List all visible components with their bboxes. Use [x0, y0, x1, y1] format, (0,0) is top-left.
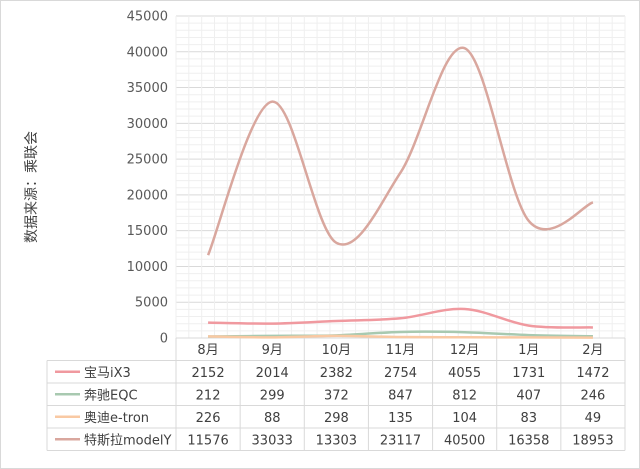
data-label: 212 [196, 388, 221, 403]
data-label: 2152 [192, 366, 225, 381]
line-chart: 0 5000 10000 15000 20000 25000 30000 35000 40000… [24, 10, 626, 451]
data-label: 246 [581, 388, 606, 403]
data-label: 1731 [512, 366, 545, 381]
data-label: 40500 [444, 433, 485, 448]
data-label: 812 [452, 388, 477, 403]
data-label: 407 [516, 388, 541, 403]
data-label: 18953 [572, 433, 613, 448]
data-label: 298 [324, 411, 349, 426]
data-label: 33033 [252, 433, 293, 448]
legend-label: 特斯拉modelY [84, 433, 171, 448]
data-label: 135 [388, 411, 413, 426]
data-label: 13303 [316, 433, 357, 448]
data-label: 847 [388, 388, 413, 403]
y-tick-label: 0 [160, 332, 168, 347]
data-label: 299 [260, 388, 285, 403]
data-label: 2382 [320, 366, 353, 381]
x-tick-label: 11月 [386, 343, 416, 358]
y-tick-label: 25000 [127, 153, 168, 168]
legend-label: 奥迪e-tron [84, 411, 149, 426]
y-axis-label: 数据来源：乘联会 [24, 131, 40, 243]
x-tick-label: 10月 [322, 343, 352, 358]
data-label: 49 [585, 411, 602, 426]
data-label: 372 [324, 388, 349, 403]
grid-lines [175, 15, 626, 339]
data-label: 4055 [448, 366, 481, 381]
x-tick-label: 12月 [450, 343, 480, 358]
data-label: 1472 [576, 366, 609, 381]
y-tick-label: 40000 [127, 45, 168, 60]
data-table: 8月 9月 10月 11月 12月 1月 2月宝马iX3 2152 2014 2382 2754 40… [46, 337, 626, 451]
data-label: 83 [521, 411, 538, 426]
data-label: 104 [452, 411, 477, 426]
y-tick-label: 20000 [127, 188, 168, 203]
x-tick-label: 2月 [582, 343, 603, 358]
data-label: 11576 [187, 433, 228, 448]
x-tick-label: 1月 [518, 343, 539, 358]
y-tick-label: 5000 [135, 296, 168, 311]
legend-label: 奔驰EQC [84, 388, 138, 403]
data-label: 88 [264, 411, 281, 426]
y-tick-label: 45000 [127, 10, 168, 25]
data-label: 2754 [384, 366, 417, 381]
y-tick-label: 15000 [127, 224, 168, 239]
data-label: 226 [196, 411, 221, 426]
data-label: 2014 [256, 366, 289, 381]
y-tick-label: 30000 [127, 117, 168, 132]
x-tick-label: 8月 [197, 343, 218, 358]
data-label: 23117 [380, 433, 421, 448]
data-label: 16358 [508, 433, 549, 448]
x-tick-label: 9月 [262, 343, 283, 358]
y-tick-label: 10000 [127, 260, 168, 275]
y-tick-label: 35000 [127, 81, 168, 96]
legend-label: 宝马iX3 [84, 366, 131, 381]
